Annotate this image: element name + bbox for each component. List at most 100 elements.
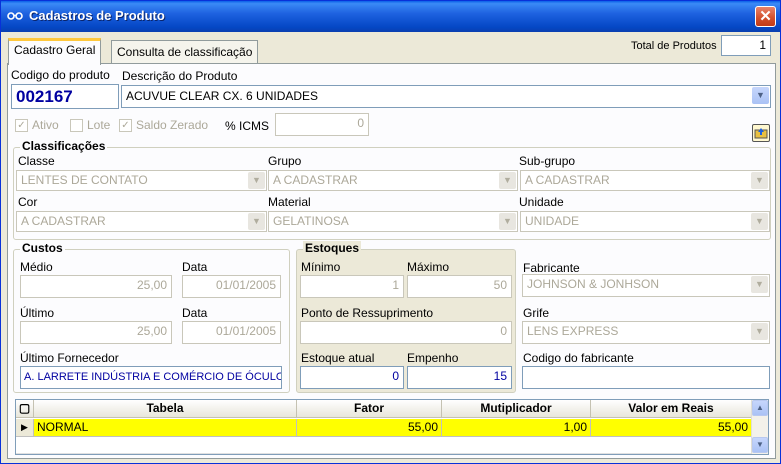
total-produtos-label: Total de Produtos bbox=[631, 40, 717, 52]
chevron-down-icon[interactable]: ▼ bbox=[751, 276, 768, 293]
saldo-zerado-checkbox[interactable]: ✓ Saldo Zerado bbox=[119, 118, 208, 132]
chevron-down-icon[interactable]: ▼ bbox=[248, 172, 265, 189]
classe-label: Classe bbox=[18, 154, 55, 168]
ultimo-label: Último bbox=[20, 306, 55, 320]
cor-label: Cor bbox=[18, 195, 38, 209]
ressuprimento-label: Ponto de Ressuprimento bbox=[301, 306, 434, 320]
price-table: ▢ Tabela Fator Mutiplicador Valor em Rea… bbox=[15, 399, 769, 455]
classificacoes-title: Classificações bbox=[20, 139, 108, 153]
tab-label: Consulta de classificação bbox=[117, 45, 253, 59]
classe-combo[interactable]: LENTES DE CONTATO ▼ bbox=[16, 170, 267, 191]
chevron-down-icon[interactable]: ▼ bbox=[751, 323, 768, 340]
subgrupo-label: Sub-grupo bbox=[519, 154, 576, 168]
estoque-atual-field[interactable]: 0 bbox=[300, 366, 404, 389]
chevron-down-icon[interactable]: ▼ bbox=[751, 172, 768, 189]
empty-row bbox=[16, 437, 752, 454]
unidade-label: Unidade bbox=[519, 195, 564, 209]
descricao-label: Descrição do Produto bbox=[122, 69, 238, 83]
custos-title: Custos bbox=[20, 241, 65, 255]
close-button[interactable]: ✕ bbox=[755, 6, 776, 27]
chevron-down-icon[interactable]: ▼ bbox=[499, 213, 516, 230]
product-window: Cadastros de Produto ✕ Cadastro Geral Co… bbox=[0, 0, 781, 464]
chevron-down-icon[interactable]: ▼ bbox=[752, 87, 769, 104]
fabricante-combo[interactable]: JOHNSON & JONHSON ▼ bbox=[522, 274, 770, 297]
combo-value: A CADASTRAR bbox=[525, 173, 610, 187]
chevron-down-icon[interactable]: ▼ bbox=[751, 213, 768, 230]
codigo-fabricante-label: Codigo do fabricante bbox=[523, 351, 634, 365]
checkbox-label: Lote bbox=[87, 118, 111, 132]
combo-value: A CADASTRAR bbox=[273, 173, 358, 187]
minimo-field[interactable]: 1 bbox=[300, 275, 404, 298]
scroll-up-icon[interactable]: ▲ bbox=[752, 400, 768, 416]
column-header-tabela[interactable]: Tabela bbox=[34, 400, 297, 418]
checkbox-label: Saldo Zerado bbox=[136, 118, 209, 132]
scroll-down-icon[interactable]: ▼ bbox=[752, 437, 768, 453]
chevron-down-icon[interactable]: ▼ bbox=[499, 172, 516, 189]
close-icon: ✕ bbox=[759, 8, 772, 25]
medio-field[interactable]: 25,00 bbox=[20, 275, 172, 298]
minimo-label: Mínimo bbox=[301, 260, 341, 274]
grid-corner-icon: ▢ bbox=[16, 400, 34, 418]
combo-value: GELATINOSA bbox=[273, 214, 349, 228]
row-pointer-icon[interactable]: ▶ bbox=[16, 419, 34, 437]
data1-field[interactable]: 01/01/2005 bbox=[182, 275, 281, 298]
table-cell-multiplicador[interactable]: 1,00 bbox=[442, 419, 591, 437]
grid-scrollbar[interactable]: ▲ ▼ bbox=[751, 400, 768, 454]
data1-label: Data bbox=[182, 260, 208, 274]
unidade-combo[interactable]: UNIDADE ▼ bbox=[520, 211, 770, 232]
table-cell-fator[interactable]: 55,00 bbox=[297, 419, 442, 437]
material-label: Material bbox=[268, 195, 311, 209]
combo-value: JOHNSON & JONHSON bbox=[527, 277, 660, 291]
title-bar: Cadastros de Produto ✕ bbox=[1, 1, 780, 32]
grupo-label: Grupo bbox=[268, 154, 302, 168]
tab-consulta-classificacao[interactable]: Consulta de classificação bbox=[111, 40, 259, 63]
empenho-field[interactable]: 15 bbox=[407, 366, 512, 389]
fornecedor-field[interactable]: A. LARRETE INDÚSTRIA E COMÉRCIO DE ÓCULO… bbox=[20, 366, 282, 389]
tab-cadastro-geral[interactable]: Cadastro Geral bbox=[8, 38, 102, 65]
table-cell-tabela[interactable]: NORMAL bbox=[34, 419, 297, 437]
estoques-title: Estoques bbox=[303, 241, 362, 255]
data2-label: Data bbox=[182, 306, 208, 320]
window-title: Cadastros de Produto bbox=[29, 8, 165, 23]
ressuprimento-field[interactable]: 0 bbox=[300, 321, 512, 344]
combo-value: LENTES DE CONTATO bbox=[21, 173, 148, 187]
maximo-label: Máximo bbox=[407, 260, 450, 274]
codigo-produto-label: Codigo do produto bbox=[11, 68, 110, 82]
check-icon: ✓ bbox=[119, 118, 132, 132]
codigo-produto-field[interactable]: 002167 bbox=[11, 84, 119, 109]
ultimo-field[interactable]: 25,00 bbox=[20, 321, 172, 344]
column-header-fator[interactable]: Fator bbox=[297, 400, 442, 418]
ativo-checkbox[interactable]: ✓ Ativo bbox=[15, 118, 59, 132]
medio-label: Médio bbox=[20, 260, 53, 274]
glasses-icon bbox=[7, 12, 23, 20]
grife-combo[interactable]: LENS EXPRESS ▼ bbox=[522, 321, 770, 344]
table-cell-valor[interactable]: 55,00 bbox=[591, 419, 752, 437]
fornecedor-label: Último Fornecedor bbox=[20, 351, 119, 365]
column-header-valor[interactable]: Valor em Reais bbox=[591, 400, 752, 418]
cor-combo[interactable]: A CADASTRAR ▼ bbox=[16, 211, 267, 232]
folder-up-icon[interactable] bbox=[752, 124, 770, 142]
material-combo[interactable]: GELATINOSA ▼ bbox=[268, 211, 518, 232]
checkbox-label: Ativo bbox=[32, 118, 59, 132]
empenho-label: Empenho bbox=[407, 351, 459, 365]
subgrupo-combo[interactable]: A CADASTRAR ▼ bbox=[520, 170, 770, 191]
data2-field[interactable]: 01/01/2005 bbox=[182, 321, 281, 344]
lote-checkbox[interactable]: Lote bbox=[70, 118, 110, 132]
maximo-field[interactable]: 50 bbox=[407, 275, 512, 298]
icms-field[interactable]: 0 bbox=[275, 113, 369, 136]
combo-value: LENS EXPRESS bbox=[527, 324, 619, 338]
tab-label: Cadastro Geral bbox=[14, 43, 96, 57]
estoque-atual-label: Estoque atual bbox=[301, 351, 375, 365]
codigo-fabricante-field[interactable] bbox=[522, 366, 770, 389]
column-header-multiplicador[interactable]: Mutiplicador bbox=[442, 400, 591, 418]
combo-value: UNIDADE bbox=[525, 214, 580, 228]
descricao-combo[interactable]: ACUVUE CLEAR CX. 6 UNIDADES ▼ bbox=[121, 85, 771, 108]
checkbox-box bbox=[70, 118, 83, 132]
icms-label: % ICMS bbox=[225, 119, 270, 133]
total-produtos-field[interactable]: 1 bbox=[721, 35, 771, 56]
grife-label: Grife bbox=[523, 306, 550, 320]
chevron-down-icon[interactable]: ▼ bbox=[248, 213, 265, 230]
grupo-combo[interactable]: A CADASTRAR ▼ bbox=[268, 170, 518, 191]
fabricante-label: Fabricante bbox=[523, 261, 580, 275]
descricao-value: ACUVUE CLEAR CX. 6 UNIDADES bbox=[126, 89, 319, 103]
